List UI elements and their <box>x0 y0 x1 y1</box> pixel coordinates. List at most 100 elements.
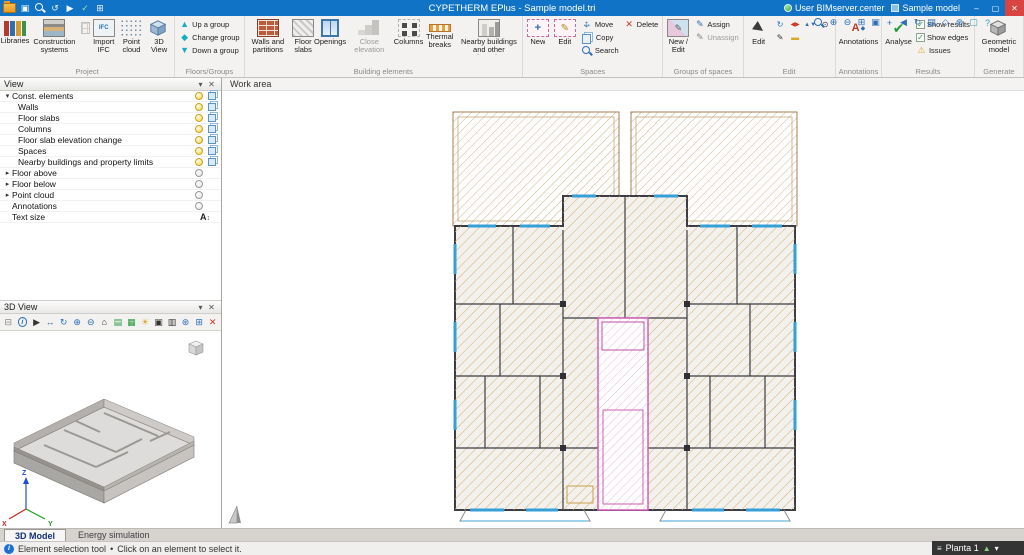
visibility-bulb-icon[interactable] <box>194 103 203 111</box>
views-grid-icon[interactable] <box>94 3 106 14</box>
edit-button[interactable]: Edit <box>746 18 772 47</box>
floor-selector-bar[interactable]: Planta 1 <box>932 541 1024 555</box>
floor-plan[interactable] <box>450 108 800 522</box>
3d-viewport[interactable]: Z X Y <box>0 331 221 528</box>
zoom-out-3d-icon[interactable] <box>84 316 97 329</box>
shadows-icon[interactable] <box>139 316 152 329</box>
help-icon[interactable] <box>981 18 994 28</box>
tree-item-nearby-buildings[interactable]: Nearby buildings and property limits <box>0 157 221 168</box>
tree-item-columns[interactable]: Columns <box>0 124 221 135</box>
floor-menu-icon[interactable] <box>995 544 999 553</box>
walls-partitions-button[interactable]: Walls and partitions <box>247 18 289 55</box>
visibility-bulb-icon[interactable] <box>194 125 203 133</box>
panel-close-icon[interactable] <box>206 303 217 312</box>
panel-menu-icon[interactable] <box>195 303 206 312</box>
app-folder-icon[interactable] <box>3 1 16 13</box>
previous-view-icon[interactable] <box>897 17 910 28</box>
apply-floors-icon[interactable] <box>207 114 216 122</box>
zoom-in-icon[interactable] <box>827 17 840 28</box>
tree-item-floor-above[interactable]: Floor above <box>0 168 221 179</box>
mirror-copy-icon[interactable] <box>788 18 803 31</box>
nearby-buildings-button[interactable]: Nearby buildings and other obstacles <box>458 18 520 56</box>
apply-floors-icon[interactable] <box>207 147 216 155</box>
assign-group-button[interactable]: Assign <box>692 18 740 31</box>
delete-space-button[interactable]: Delete <box>622 18 661 31</box>
new-edit-group-button[interactable]: New / Edit <box>665 18 691 55</box>
import-ifc-button[interactable]: Import IFC <box>91 18 117 55</box>
search-space-button[interactable]: Search <box>579 44 621 57</box>
pan-3d-icon[interactable] <box>44 316 57 329</box>
zoom-extents-icon[interactable] <box>869 17 882 28</box>
panel-menu-icon[interactable] <box>195 80 206 89</box>
unassign-group-button[interactable]: Unassign <box>692 31 740 44</box>
info-icon[interactable] <box>17 317 28 327</box>
rotate-icon[interactable] <box>773 18 788 31</box>
tab-energy-simulation[interactable]: Energy simulation <box>68 529 160 541</box>
save-icon[interactable] <box>19 3 31 14</box>
visibility-bulb-icon[interactable] <box>194 158 203 166</box>
close-elevation-change-button[interactable]: Close elevation change <box>344 18 394 56</box>
floor-slabs-button[interactable]: Floor slabs <box>290 18 316 55</box>
fullscreen-icon[interactable] <box>193 316 206 329</box>
apply-floors-icon[interactable] <box>207 125 216 133</box>
openings-button[interactable]: Openings <box>314 18 346 47</box>
zoom-in-3d-icon[interactable] <box>71 316 84 329</box>
columns-button[interactable]: Columns <box>394 18 423 47</box>
dual-screen-icon[interactable] <box>967 17 980 28</box>
point-cloud-button[interactable]: Point cloud <box>118 18 145 55</box>
tree-item-const-elements[interactable]: Const. elements <box>0 91 221 102</box>
new-space-button[interactable]: New <box>525 18 551 47</box>
orbit-icon[interactable] <box>57 316 70 329</box>
tree-item-annotations[interactable]: Annotations <box>0 201 221 212</box>
maximize-button[interactable] <box>986 0 1005 16</box>
visibility-bulb-icon[interactable] <box>194 92 203 100</box>
visibility-bulb-icon[interactable] <box>194 136 203 144</box>
zoom-out-icon[interactable] <box>841 17 854 28</box>
visibility-bulb-off-icon[interactable] <box>194 180 203 188</box>
accept-icon[interactable] <box>79 3 91 14</box>
change-group-button[interactable]: Change group <box>177 31 242 44</box>
layers-icon[interactable] <box>925 17 938 28</box>
tree-item-spaces[interactable]: Spaces <box>0 146 221 157</box>
close-button[interactable] <box>1005 0 1024 16</box>
user-badge[interactable]: User BIMserver.center <box>783 3 884 13</box>
minimize-button[interactable] <box>967 0 986 16</box>
text-size-icon[interactable] <box>200 212 210 222</box>
apply-floors-icon[interactable] <box>207 92 216 100</box>
tree-item-point-cloud[interactable]: Point cloud <box>0 190 221 201</box>
floors-icon[interactable] <box>937 544 942 553</box>
panel-close-icon[interactable] <box>206 80 217 89</box>
search-view-icon[interactable] <box>813 17 826 29</box>
close-3d-icon[interactable] <box>206 316 219 329</box>
search-icon[interactable] <box>34 2 46 14</box>
modify-icon[interactable] <box>773 31 788 44</box>
textures-icon[interactable] <box>125 316 138 329</box>
visibility-bulb-off-icon[interactable] <box>194 202 203 210</box>
perspective-icon[interactable] <box>939 17 952 28</box>
settings-icon[interactable] <box>953 17 966 28</box>
pan-icon[interactable] <box>883 18 896 28</box>
issues-button[interactable]: Issues <box>914 44 972 57</box>
model-badge[interactable]: Sample model <box>891 3 960 13</box>
print-icon[interactable] <box>2 316 15 329</box>
layers-3d-icon[interactable] <box>112 316 125 329</box>
edit-space-button[interactable]: Edit <box>552 18 578 47</box>
move-space-button[interactable]: Move <box>579 18 621 31</box>
section-icon[interactable] <box>166 316 179 329</box>
snapshot-icon[interactable] <box>152 316 165 329</box>
tree-item-walls[interactable]: Walls <box>0 102 221 113</box>
floor-up-icon[interactable] <box>983 544 991 553</box>
visibility-bulb-icon[interactable] <box>194 114 203 122</box>
visibility-bulb-off-icon[interactable] <box>194 169 203 177</box>
visibility-bulb-icon[interactable] <box>194 147 203 155</box>
down-a-group-button[interactable]: Down a group <box>177 44 242 57</box>
show-edges-toggle[interactable]: Show edges <box>914 31 972 44</box>
expander-closed-icon[interactable] <box>3 169 12 177</box>
undo-icon[interactable] <box>49 3 61 14</box>
construction-systems-button[interactable]: Construction systems <box>29 18 80 55</box>
measure-icon[interactable] <box>788 31 803 44</box>
tab-3d-model[interactable]: 3D Model <box>4 529 67 541</box>
expander-open-icon[interactable] <box>3 92 12 100</box>
settings-3d-icon[interactable] <box>179 316 192 329</box>
apply-floors-icon[interactable] <box>207 103 216 111</box>
